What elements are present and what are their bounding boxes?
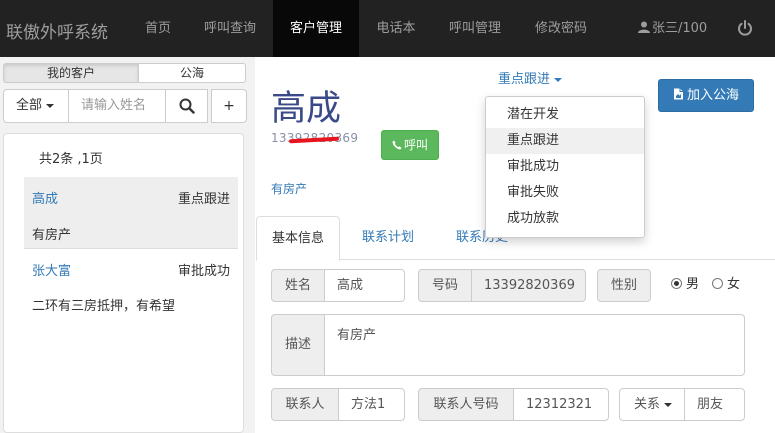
search-button[interactable] (165, 89, 208, 123)
status-menu: 潜在开发 重点跟进 审批成功 审批失败 成功放款 (485, 96, 645, 238)
tab-my-customers[interactable]: 我的客户 (3, 63, 139, 83)
gender-label: 性别 (597, 269, 651, 302)
power-icon[interactable] (737, 20, 753, 36)
filter-dropdown[interactable]: 全部 (3, 89, 69, 123)
nav-item-call-management[interactable]: 呼叫管理 (432, 0, 518, 57)
contact-phone-label: 联系人号码 (418, 388, 514, 421)
desc-label: 描述 (271, 314, 325, 376)
tab-contact-plan[interactable]: 联系计划 (347, 216, 429, 260)
top-navbar: 联傲外呼系统 首页 呼叫查询 客户管理 电话本 呼叫管理 修改密码 张三/100 (0, 0, 775, 57)
filter-label: 全部 (16, 98, 43, 113)
status-option-rejected[interactable]: 审批失败 (486, 180, 644, 206)
gender-option-label: 男 (686, 277, 700, 292)
search-icon (179, 98, 195, 114)
relation-field[interactable]: 朋友 (684, 388, 745, 421)
user-label: 张三/100 (652, 21, 708, 36)
status-option-potential[interactable]: 潜在开发 (486, 102, 644, 128)
status-option-loan-success[interactable]: 成功放款 (486, 206, 644, 232)
name-label: 姓名 (271, 269, 325, 302)
status-label: 重点跟进 (498, 72, 551, 87)
caret-down-icon (664, 402, 673, 407)
gender-radio-female[interactable]: 女 (712, 273, 740, 292)
call-button[interactable]: 呼叫 (381, 130, 439, 160)
phone-label: 号码 (418, 269, 472, 302)
customer-name[interactable]: 张大富 (32, 260, 71, 279)
customer-desc: 有房产 (32, 228, 72, 243)
add-to-pool-button[interactable]: 加入公海 (658, 79, 754, 112)
customer-title: 高成 (271, 89, 342, 129)
list-count: 共2条 ,1页 (39, 152, 103, 167)
tab-public-pool[interactable]: 公海 (138, 63, 246, 83)
phone-field[interactable]: 13392820369 (471, 269, 586, 302)
tab-basic-info[interactable]: 基本信息 (256, 216, 341, 261)
caret-down-icon (46, 103, 55, 108)
add-customer-button[interactable]: + (211, 89, 247, 123)
add-to-pool-label: 加入公海 (686, 88, 739, 103)
relation-label: 关系 (634, 397, 661, 412)
radio-checked-icon (671, 278, 682, 289)
nav-item-phonebook[interactable]: 电话本 (360, 0, 432, 57)
nav-item-home[interactable]: 首页 (131, 0, 185, 57)
list-item[interactable]: 高成 重点跟进 有房产 (24, 177, 238, 248)
list-item[interactable]: 张大富 审批成功 二环有三房抵押，有希望 (24, 249, 238, 319)
customer-list: 共2条 ,1页 高成 重点跟进 有房产 张大富 审批成功 二环有三房抵押，有希望 (3, 133, 244, 433)
search-input[interactable]: 请输入姓名 (68, 89, 166, 123)
status-option-key-follow[interactable]: 重点跟进 (486, 128, 644, 154)
contact-label: 联系人 (271, 388, 339, 421)
contact-phone-field[interactable]: 12312321 (513, 388, 609, 421)
customer-name[interactable]: 高成 (32, 188, 58, 207)
nav-item-call-query[interactable]: 呼叫查询 (188, 0, 272, 57)
file-icon (673, 88, 683, 100)
call-label: 呼叫 (403, 138, 428, 152)
radio-unchecked-icon (712, 278, 723, 289)
nav-item-change-password[interactable]: 修改密码 (518, 0, 604, 57)
relation-dropdown[interactable]: 关系 (619, 388, 685, 421)
nav-item-customer-management[interactable]: 客户管理 (273, 0, 359, 57)
contact-field[interactable]: 方法1 (338, 388, 405, 421)
customer-status: 重点跟进 (177, 192, 230, 207)
customer-tag: 有房产 (271, 182, 308, 196)
customer-status: 审批成功 (177, 264, 230, 279)
status-option-approved[interactable]: 审批成功 (486, 154, 644, 180)
user-menu[interactable]: 张三/100 (638, 0, 707, 57)
status-dropdown[interactable]: 重点跟进 (498, 68, 563, 87)
user-icon (638, 21, 650, 33)
name-field[interactable]: 高成 (324, 269, 405, 302)
gender-option-label: 女 (727, 277, 741, 292)
gender-radio-male[interactable]: 男 (671, 273, 699, 292)
phone-icon (392, 140, 402, 150)
customer-sidebar: 我的客户 公海 全部 请输入姓名 + 共2条 ,1页 高成 重点跟进 有房产 张… (0, 57, 255, 433)
caret-down-icon (554, 77, 563, 82)
app-brand[interactable]: 联傲外呼系统 (6, 18, 108, 43)
desc-field[interactable]: 有房产 (324, 314, 745, 376)
customer-desc: 二环有三房抵押，有希望 (32, 299, 176, 314)
